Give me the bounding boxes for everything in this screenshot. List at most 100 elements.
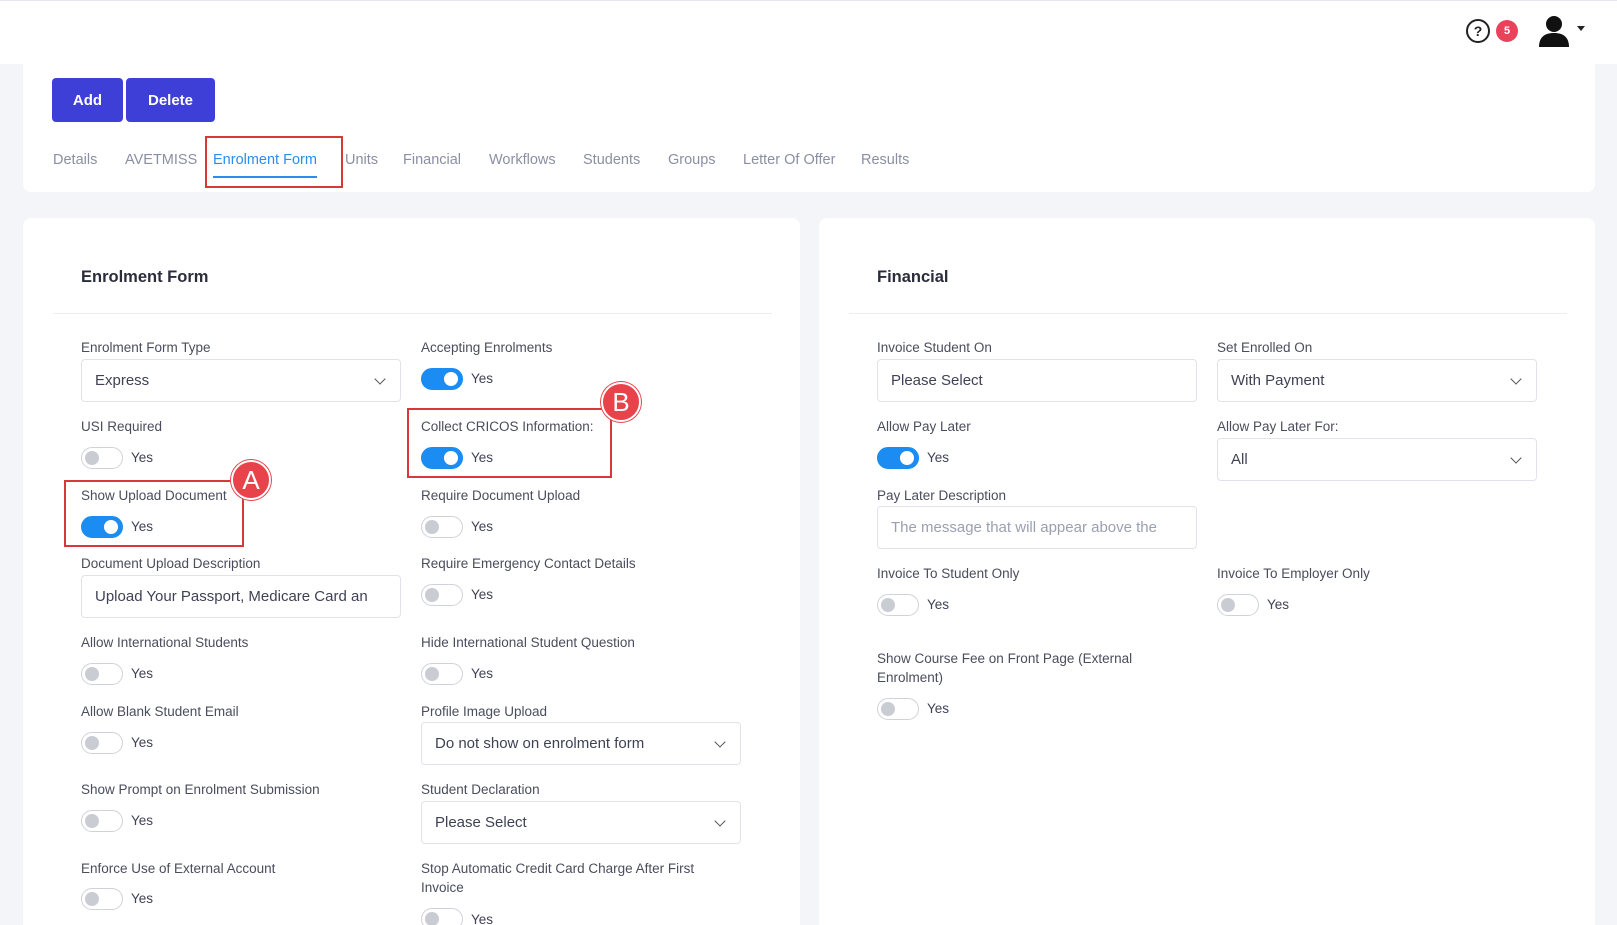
- toggle-label: Yes: [131, 813, 154, 828]
- profile-image-select[interactable]: Do not show on enrolment form: [421, 722, 741, 765]
- pay-later-desc-input[interactable]: The message that will appear above the: [877, 506, 1197, 549]
- form-type-select[interactable]: Express: [81, 359, 401, 402]
- enrolment-form-card: Enrolment Form Enrolment Form Type Expre…: [23, 218, 800, 925]
- toggle-knob: [881, 598, 895, 612]
- select-value: Please Select: [435, 814, 527, 831]
- card-title: Financial: [877, 268, 949, 286]
- pay-later-toggle[interactable]: [877, 447, 919, 469]
- show-fee-label: Show Course Fee on Front Page (External …: [877, 651, 1133, 685]
- chevron-down-icon: [374, 373, 386, 385]
- tab-highlight-box: [205, 136, 343, 188]
- toggle-knob: [881, 702, 895, 716]
- toggle-label: Yes: [131, 450, 154, 465]
- pay-later-for-select[interactable]: All: [1217, 438, 1537, 481]
- toggle-label: Yes: [1267, 597, 1290, 612]
- tab-financial[interactable]: Financial: [403, 144, 461, 182]
- toggle-label: Yes: [471, 587, 494, 602]
- tab-details[interactable]: Details: [53, 144, 97, 182]
- form-type-label: Enrolment Form Type: [81, 340, 211, 355]
- top-bar: ? 5: [0, 0, 1617, 64]
- require-upload-toggle[interactable]: [421, 516, 463, 538]
- toggle-label: Yes: [927, 701, 950, 716]
- invoice-student-only-label: Invoice To Student Only: [877, 566, 1020, 581]
- select-value: Express: [95, 372, 150, 389]
- intl-students-toggle[interactable]: [81, 663, 123, 685]
- financial-card: Financial Invoice Student On Please Sele…: [819, 218, 1595, 925]
- prompt-toggle[interactable]: [81, 810, 123, 832]
- external-account-label: Enforce Use of External Account: [81, 861, 276, 876]
- toggle-knob: [444, 372, 458, 386]
- tab-results[interactable]: Results: [861, 144, 909, 182]
- highlight-box-b: [407, 408, 612, 478]
- toggle-label: Yes: [131, 891, 154, 906]
- blank-email-toggle[interactable]: [81, 732, 123, 754]
- chevron-down-icon: [1510, 373, 1522, 385]
- highlight-box-a: [64, 480, 244, 547]
- delete-button[interactable]: Delete: [126, 78, 215, 122]
- usi-label: USI Required: [81, 419, 163, 434]
- hide-intl-label: Hide International Student Question: [421, 635, 635, 650]
- divider: [53, 313, 772, 314]
- notification-badge[interactable]: 5: [1496, 20, 1518, 42]
- blank-email-label: Allow Blank Student Email: [81, 704, 239, 719]
- select-value: With Payment: [1231, 372, 1325, 389]
- toggle-knob: [425, 520, 439, 534]
- chevron-down-icon[interactable]: [1577, 26, 1585, 31]
- show-fee-toggle[interactable]: [877, 698, 919, 720]
- toggle-knob: [1221, 598, 1235, 612]
- tab-avetmiss[interactable]: AVETMISS: [125, 144, 197, 182]
- invoice-on-select[interactable]: Please Select: [877, 359, 1197, 402]
- tab-units[interactable]: Units: [345, 144, 378, 182]
- select-value: All: [1231, 451, 1248, 468]
- toggle-knob: [900, 451, 914, 465]
- invoice-employer-only-toggle[interactable]: [1217, 594, 1259, 616]
- tab-groups[interactable]: Groups: [668, 144, 716, 182]
- toggle-label: Yes: [471, 371, 494, 386]
- hide-intl-toggle[interactable]: [421, 663, 463, 685]
- toggle-label: Yes: [131, 735, 154, 750]
- usi-toggle[interactable]: [81, 447, 123, 469]
- chevron-down-icon: [1510, 452, 1522, 464]
- toggle-knob: [85, 736, 99, 750]
- toggle-label: Yes: [131, 666, 154, 681]
- user-icon[interactable]: [1537, 14, 1571, 48]
- prompt-label: Show Prompt on Enrolment Submission: [81, 782, 320, 797]
- external-account-toggle[interactable]: [81, 888, 123, 910]
- add-button[interactable]: Add: [52, 78, 123, 122]
- toggle-knob: [85, 814, 99, 828]
- invoice-on-label: Invoice Student On: [877, 340, 992, 355]
- upload-desc-label: Document Upload Description: [81, 556, 261, 571]
- invoice-student-only-toggle[interactable]: [877, 594, 919, 616]
- accepting-toggle[interactable]: [421, 368, 463, 390]
- tab-workflows[interactable]: Workflows: [489, 144, 556, 182]
- declaration-select[interactable]: Please Select: [421, 801, 741, 844]
- pay-later-desc-label: Pay Later Description: [877, 488, 1007, 503]
- toggle-knob: [85, 892, 99, 906]
- stop-charge-toggle[interactable]: [421, 908, 463, 925]
- toggle-knob: [425, 912, 439, 925]
- toggle-label: Yes: [471, 912, 494, 925]
- toggle-knob: [85, 667, 99, 681]
- upload-desc-input[interactable]: Upload Your Passport, Medicare Card an: [81, 575, 401, 618]
- divider: [849, 313, 1567, 314]
- card-title: Enrolment Form: [81, 268, 209, 286]
- toggle-label: Yes: [471, 519, 494, 534]
- toggle-knob: [85, 451, 99, 465]
- annotation-marker-a: A: [231, 460, 271, 500]
- set-enrolled-label: Set Enrolled On: [1217, 340, 1313, 355]
- toggle-label: Yes: [927, 597, 950, 612]
- chevron-down-icon: [714, 736, 726, 748]
- toggle-label: Yes: [927, 450, 950, 465]
- declaration-label: Student Declaration: [421, 782, 540, 797]
- tab-students[interactable]: Students: [583, 144, 640, 182]
- emergency-toggle[interactable]: [421, 584, 463, 606]
- toggle-knob: [425, 588, 439, 602]
- invoice-employer-only-label: Invoice To Employer Only: [1217, 566, 1370, 581]
- emergency-label: Require Emergency Contact Details: [421, 556, 636, 571]
- help-icon[interactable]: ?: [1466, 19, 1490, 43]
- set-enrolled-select[interactable]: With Payment: [1217, 359, 1537, 402]
- profile-image-label: Profile Image Upload: [421, 704, 548, 719]
- intl-students-label: Allow International Students: [81, 635, 249, 650]
- chevron-down-icon: [714, 815, 726, 827]
- tab-letter-of-offer[interactable]: Letter Of Offer: [743, 144, 835, 182]
